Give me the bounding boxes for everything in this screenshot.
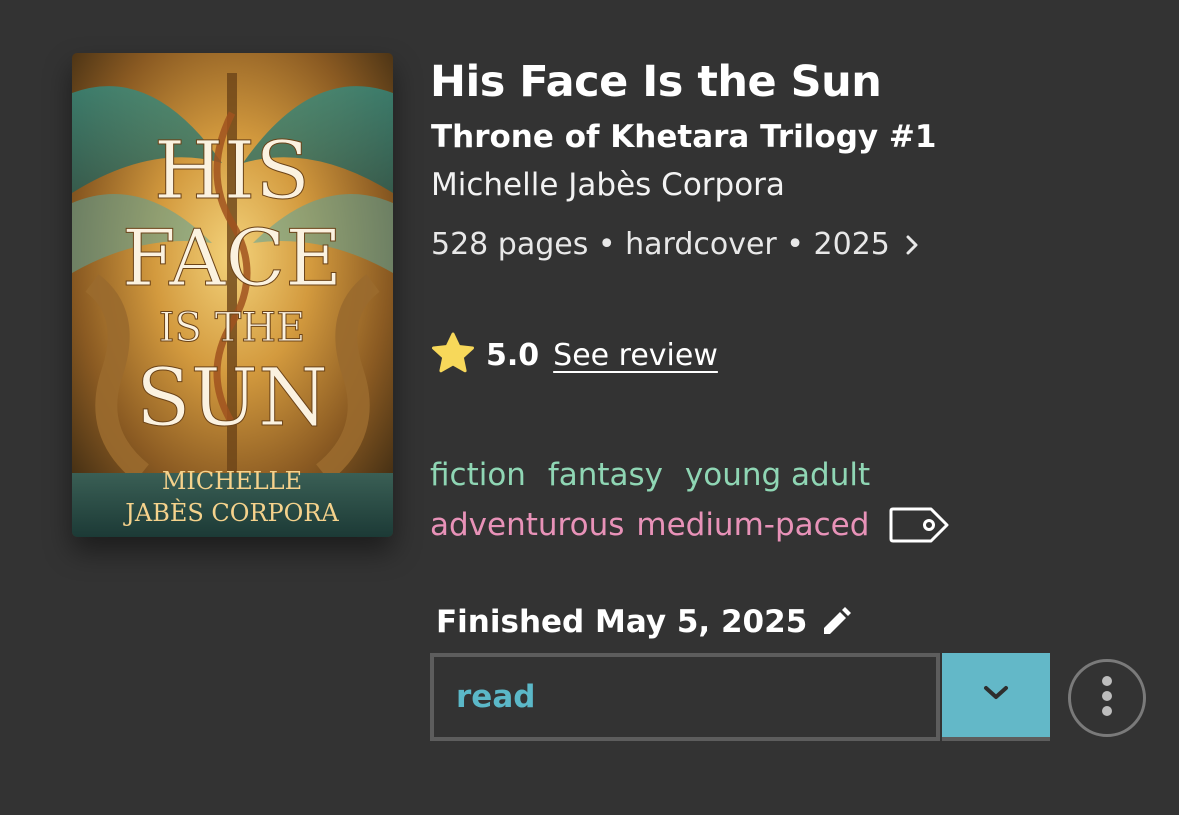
cover-author-line-2: JABÈS CORPORA: [122, 498, 339, 527]
series-link[interactable]: Throne of Khetara Trilogy #1: [431, 117, 936, 157]
genre-tag[interactable]: young adult: [685, 457, 870, 493]
pencil-icon[interactable]: [819, 605, 853, 639]
tag-icon[interactable]: [887, 505, 951, 545]
star-icon: [430, 331, 476, 379]
genre-tag[interactable]: fiction: [430, 457, 526, 493]
book-cover[interactable]: HIS FACE IS THE SUN MICHELLE JABÈS CORPO…: [72, 53, 393, 537]
more-options-button[interactable]: [1068, 659, 1146, 737]
edition-info[interactable]: 528 pages • hardcover • 2025: [431, 225, 920, 265]
book-title: His Face Is the Sun: [430, 57, 882, 107]
finished-date: Finished May 5, 2025: [436, 602, 853, 642]
genre-tag[interactable]: fantasy: [548, 457, 663, 493]
chevron-down-icon: [981, 683, 1011, 707]
mood-tags: adventurous medium-paced: [430, 505, 951, 545]
genre-tags: fiction fantasy young adult: [430, 455, 882, 495]
mood-tag[interactable]: adventurous: [430, 505, 624, 545]
see-review-link[interactable]: See review: [553, 338, 718, 373]
status-dropdown-button[interactable]: [942, 653, 1050, 741]
cover-title-line-3: IS THE: [159, 305, 306, 351]
edition-details: 528 pages • hardcover • 2025: [431, 227, 890, 262]
cover-title-line-2: FACE: [122, 214, 342, 304]
cover-title-line-4: SUN: [136, 351, 328, 444]
chevron-right-icon: [904, 233, 920, 257]
rating-row: 5.0 See review: [430, 331, 718, 379]
more-vertical-icon: [1101, 675, 1113, 721]
cover-author-line-1: MICHELLE: [162, 467, 302, 495]
author-link[interactable]: Michelle Jabès Corpora: [431, 165, 785, 205]
reading-status-select[interactable]: read: [430, 653, 940, 741]
mood-tag[interactable]: medium-paced: [636, 505, 869, 545]
cover-title-line-1: HIS: [154, 124, 310, 217]
reading-status-value: read: [456, 679, 536, 715]
rating-score: 5.0: [486, 337, 540, 373]
finished-label: Finished May 5, 2025: [436, 604, 808, 640]
